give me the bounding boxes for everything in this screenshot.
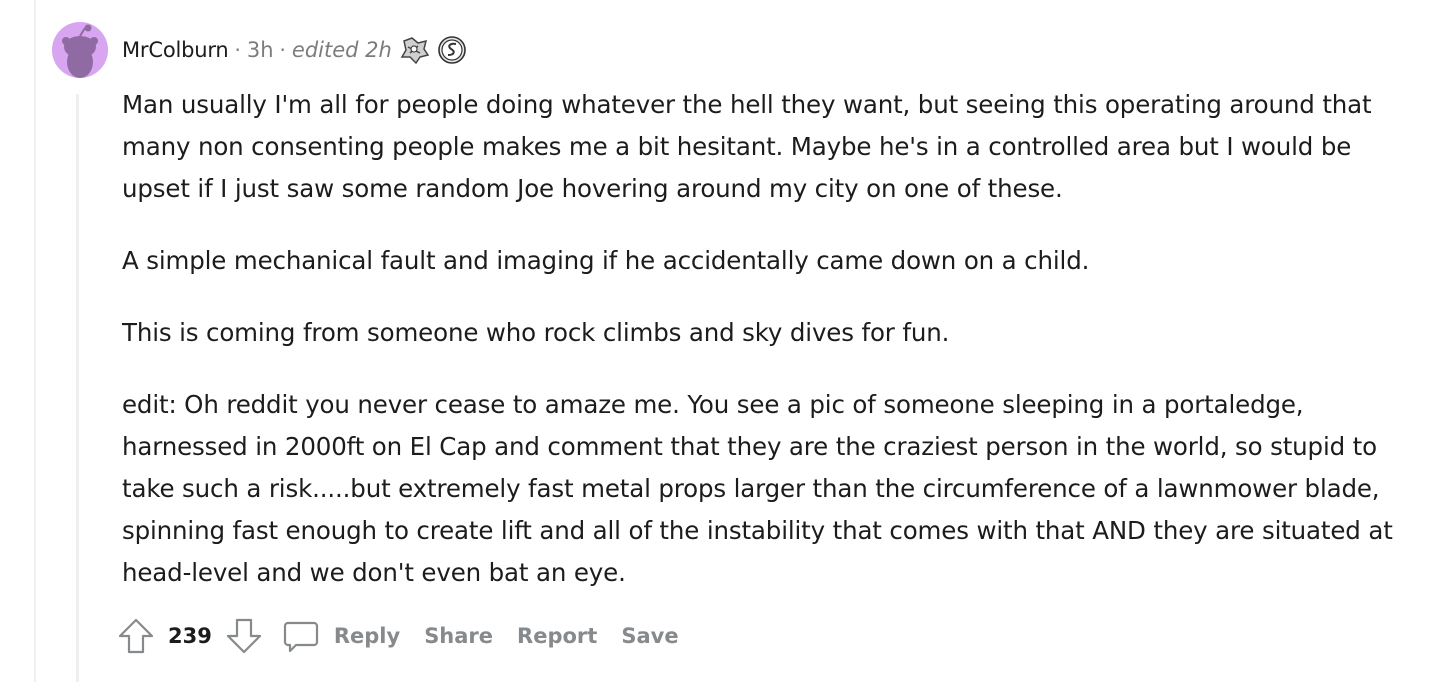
- avatar[interactable]: [52, 22, 108, 78]
- thread-line-parent[interactable]: [34, 0, 36, 682]
- comment-bubble-icon[interactable]: [282, 617, 320, 655]
- thread-line-comment[interactable]: [76, 94, 79, 682]
- share-button[interactable]: Share: [424, 624, 493, 648]
- comment-paragraph: edit: Oh reddit you never cease to amaze…: [122, 390, 1393, 587]
- downvote-icon[interactable]: [224, 616, 264, 656]
- reply-button[interactable]: Reply: [334, 624, 400, 648]
- award-icon-2[interactable]: [436, 34, 468, 66]
- username-link[interactable]: MrColburn: [122, 38, 229, 62]
- comment-paragraph: This is coming from someone who rock cli…: [122, 318, 950, 347]
- separator-dot: ·: [234, 38, 241, 62]
- comment-paragraph: A simple mechanical fault and imaging if…: [122, 246, 1090, 275]
- edited-label: edited 2h: [291, 38, 392, 62]
- comment-body: Man usually I'm all for people doing wha…: [122, 84, 1412, 624]
- comment-paragraph: Man usually I'm all for people doing wha…: [122, 90, 1372, 203]
- vote-score: 239: [168, 624, 212, 648]
- timestamp-link[interactable]: 3h: [247, 38, 274, 62]
- separator-dot: ·: [279, 38, 286, 62]
- comment-actions: 239 Reply Share Report Save: [116, 614, 679, 658]
- comment-header: MrColburn · 3h · edited 2h: [122, 32, 468, 68]
- award-icon-1[interactable]: [398, 35, 430, 65]
- upvote-icon[interactable]: [116, 616, 156, 656]
- snoo-avatar-icon: [52, 22, 108, 78]
- report-button[interactable]: Report: [517, 624, 597, 648]
- save-button[interactable]: Save: [621, 624, 678, 648]
